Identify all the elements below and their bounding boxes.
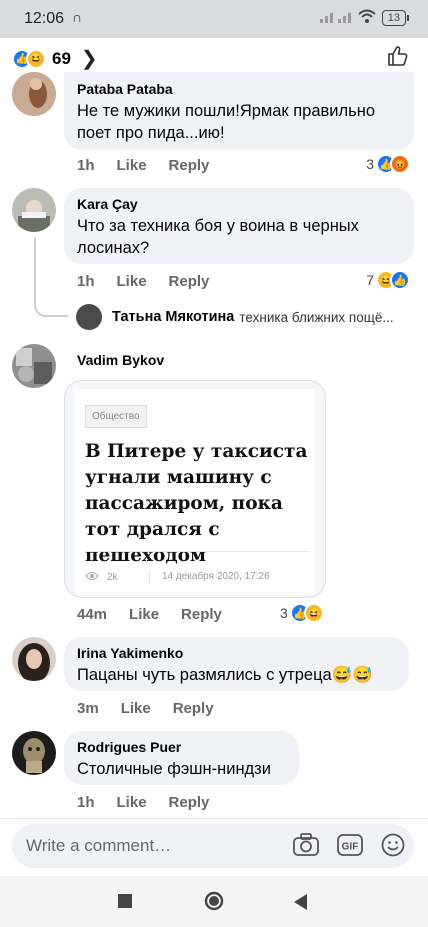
svg-text:GIF: GIF	[342, 842, 359, 853]
article-headline: В Питере у таксиста угнали машину с пасс…	[85, 441, 308, 566]
comment-text: Не те мужики пошли!Ярмак правильно поет …	[77, 102, 376, 142]
comment-actions: 1h Like Reply	[77, 273, 209, 290]
composer-actions: GIF	[292, 832, 406, 863]
like-outline-icon[interactable]	[386, 44, 410, 73]
like-button[interactable]: Like	[129, 606, 159, 623]
comment-author[interactable]: Kara Çay	[77, 196, 401, 212]
comment-reactions[interactable]: 3 👍 😆	[280, 603, 324, 623]
home-button[interactable]	[204, 891, 224, 916]
emoji-icon[interactable]	[380, 832, 406, 863]
comment-reactions[interactable]: 7 😆 👍	[366, 270, 410, 290]
comment-time: 44m	[77, 606, 108, 623]
comment-reactions[interactable]: 3 👍 😡	[366, 154, 410, 174]
haha-reaction-icon: 😆	[26, 48, 46, 69]
like-reaction-icon: 👍	[390, 270, 410, 290]
comment-author[interactable]: Rodrigues Puer	[77, 739, 286, 755]
status-bar: 12:06 ∩ 13	[0, 0, 428, 38]
avatar[interactable]	[12, 188, 56, 232]
camera-icon[interactable]	[292, 832, 320, 863]
like-button[interactable]: Like	[117, 273, 147, 290]
comment-text: Пацаны чуть размялись с утреца😅😅	[77, 666, 373, 684]
reply-button[interactable]: Reply	[173, 700, 214, 717]
comment-reaction-count: 3	[280, 605, 288, 621]
avatar[interactable]	[12, 637, 56, 681]
comment-input[interactable]: Write a comment… GIF	[12, 824, 414, 868]
haha-reaction-icon: 😆	[303, 603, 324, 623]
comment-bubble: Rodrigues Puer Столичные фэшн-ниндзи	[64, 731, 299, 785]
avatar[interactable]	[12, 72, 56, 116]
comment-actions: 44m Like Reply	[77, 606, 222, 623]
angry-reaction-icon: 😡	[390, 154, 410, 174]
status-icons: 13	[319, 9, 410, 26]
comment-actions: 3m Like Reply	[77, 700, 214, 717]
comment-bubble: Irina Yakimenko Пацаны чуть размялись с …	[64, 637, 409, 691]
avatar[interactable]	[12, 344, 56, 388]
comment-author[interactable]: Pataba Pataba	[77, 81, 401, 97]
reply-button[interactable]: Reply	[169, 157, 210, 174]
article-views: 2k	[85, 571, 118, 584]
comment-reaction-count: 7	[366, 272, 374, 288]
reactions-summary[interactable]: 👍 😆 69 ❯	[12, 46, 98, 71]
reaction-count: 69	[52, 48, 71, 68]
avatar[interactable]	[12, 731, 56, 775]
comment-author[interactable]: Vadim Bykov	[77, 352, 164, 368]
headset-icon: ∩	[72, 9, 83, 25]
battery-icon: 13	[381, 9, 410, 26]
reply-thread-line	[34, 237, 68, 317]
like-button[interactable]: Like	[117, 157, 147, 174]
comment-bubble: Pataba Pataba Не те мужики пошли!Ярмак п…	[64, 72, 414, 150]
comment-author[interactable]: Irina Yakimenko	[77, 645, 396, 661]
comment-bubble: Kara Çay Что за техника боя у воина в че…	[64, 188, 414, 264]
comment-actions: 1h Like Reply	[77, 157, 209, 174]
article-date: 14 декабря 2020, 17:26	[149, 571, 270, 582]
system-nav-bar	[0, 876, 428, 927]
views-count: 2k	[107, 572, 118, 583]
reply-avatar	[76, 304, 102, 330]
comment-time: 1h	[77, 794, 95, 811]
comment-placeholder: Write a comment…	[26, 836, 172, 855]
comment-actions: 1h Like Reply	[77, 794, 209, 811]
recents-button[interactable]	[118, 894, 132, 913]
like-button[interactable]: Like	[117, 794, 147, 811]
comment-time: 1h	[77, 157, 95, 174]
comment-text: Что за техника боя у воина в черных лоси…	[77, 217, 359, 257]
comment-text: Столичные фэшн-ниндзи	[77, 760, 271, 778]
status-time: 12:06	[24, 10, 65, 27]
divider	[85, 551, 309, 552]
comment-time: 1h	[77, 273, 95, 290]
reply-text: техника ближних пощё...	[239, 309, 394, 325]
reply-button[interactable]: Reply	[181, 606, 222, 623]
gif-icon[interactable]: GIF	[336, 832, 364, 863]
comment-time: 3m	[77, 700, 99, 717]
like-button[interactable]: Like	[121, 700, 151, 717]
link-preview-card[interactable]: Общество В Питере у таксиста угнали маши…	[64, 380, 326, 598]
wifi-icon	[358, 9, 376, 26]
eye-icon	[85, 571, 99, 584]
reply-button[interactable]: Reply	[169, 273, 210, 290]
reply-author: Татьна Мякотина	[112, 309, 235, 325]
article-category: Общество	[85, 405, 147, 428]
chevron-right-icon: ❯	[80, 48, 98, 70]
article-preview: Общество В Питере у таксиста угнали маши…	[75, 389, 315, 594]
reply-preview[interactable]: Татьна Мякотина техника ближних пощё...	[76, 304, 416, 330]
back-button[interactable]	[294, 894, 308, 915]
reply-button[interactable]: Reply	[169, 794, 210, 811]
comment-reaction-count: 3	[366, 156, 374, 172]
signal-icon	[319, 9, 352, 26]
